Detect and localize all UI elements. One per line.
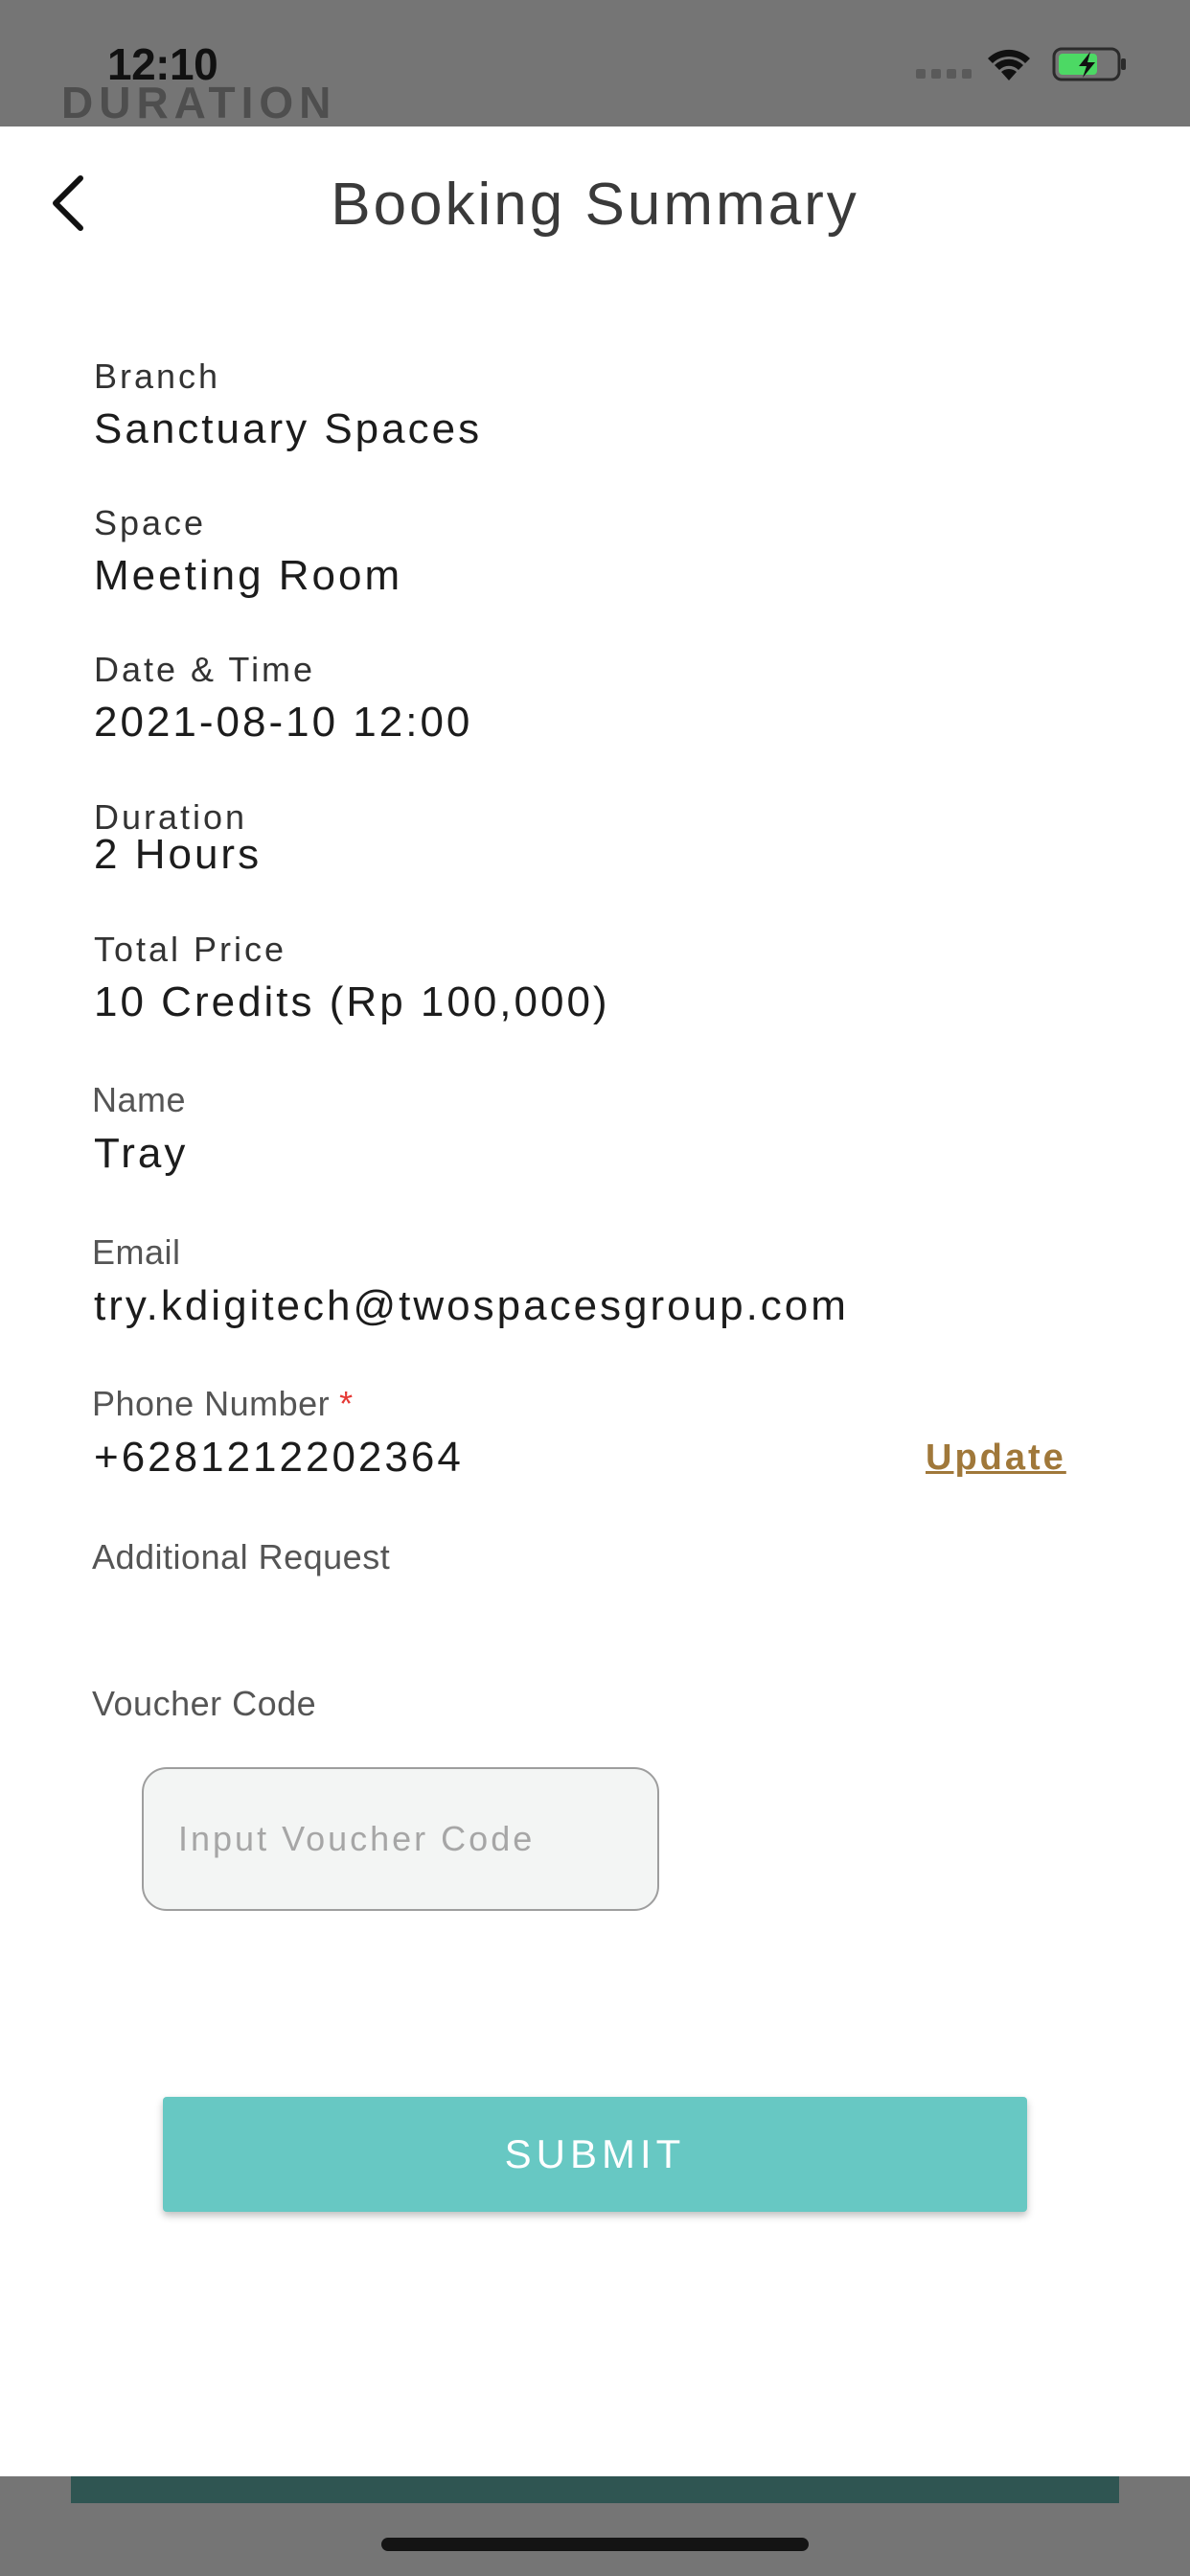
datetime-label: Date & Time [94, 650, 316, 689]
branch-value: Sanctuary Spaces [94, 405, 483, 452]
email-value: try.kdigitech@twospacesgroup.com [94, 1282, 849, 1329]
background-button-edge [71, 2476, 1119, 2503]
required-indicator: * [339, 1384, 354, 1423]
total-price-label: Total Price [94, 930, 287, 969]
phone-label-text: Phone Number [92, 1384, 331, 1423]
home-indicator[interactable] [381, 2538, 809, 2551]
page-title: Booking Summary [331, 172, 859, 238]
status-bar: DURATION 12:10 [0, 0, 1190, 126]
battery-charging-icon [1052, 47, 1126, 81]
name-value: Tray [94, 1130, 189, 1177]
phone-value: +6281212202364 [94, 1434, 464, 1481]
wifi-icon [988, 49, 1030, 80]
space-label: Space [94, 503, 207, 542]
space-value: Meeting Room [94, 552, 403, 599]
branch-label: Branch [94, 356, 221, 396]
duration-value: 2 Hours [94, 831, 263, 878]
voucher-code-label: Voucher Code [92, 1684, 317, 1723]
phone-label: Phone Number * [92, 1384, 354, 1424]
email-label: Email [92, 1232, 181, 1272]
update-phone-link[interactable]: Update [926, 1438, 1066, 1479]
status-time: 12:10 [107, 39, 218, 89]
submit-button[interactable]: SUBMIT [163, 2097, 1027, 2212]
cellular-signal-icon [916, 69, 972, 79]
booking-summary-sheet: Booking Summary Branch Sanctuary Spaces … [0, 126, 1190, 2476]
voucher-code-input[interactable] [142, 1767, 659, 1911]
datetime-value: 2021-08-10 12:00 [94, 699, 473, 746]
name-label: Name [92, 1080, 187, 1119]
additional-request-label: Additional Request [92, 1537, 391, 1576]
total-price-value: 10 Credits (Rp 100,000) [94, 978, 610, 1025]
